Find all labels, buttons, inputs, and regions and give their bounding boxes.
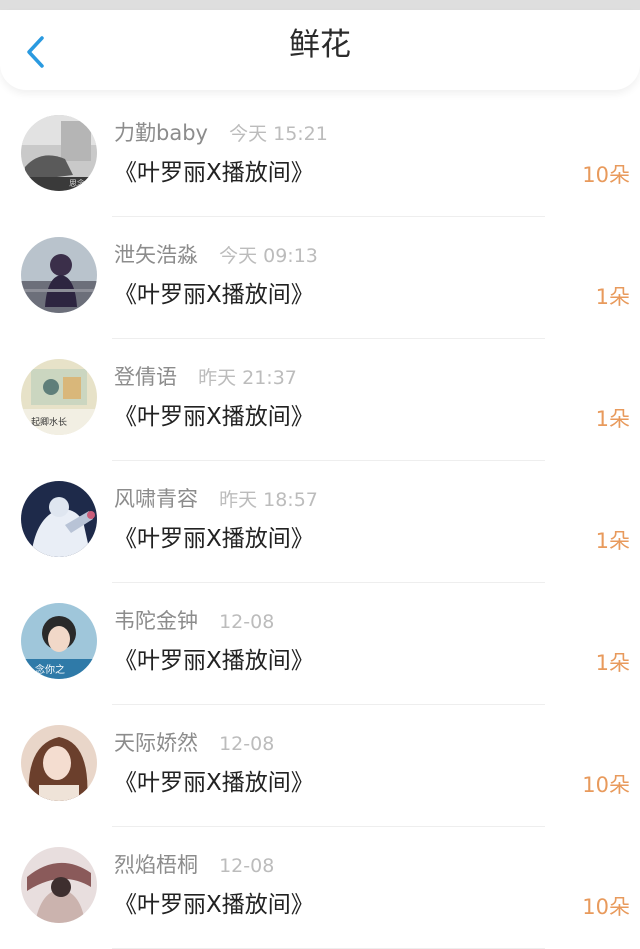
page-title: 鲜花 bbox=[289, 27, 351, 63]
top-nav-bar: 鲜花 bbox=[0, 10, 640, 90]
username[interactable]: 泄矢浩淼 bbox=[114, 243, 198, 267]
username[interactable]: 登倩语 bbox=[114, 365, 177, 389]
list-item[interactable]: 念你之 韦陀金钟 12-08 《叶罗丽X播放间》 1朵 bbox=[0, 583, 640, 705]
room-name: 《叶罗丽X播放间》 bbox=[114, 404, 314, 430]
flower-count: 1朵 bbox=[595, 407, 630, 431]
avatar-caption: 思念 bbox=[69, 178, 85, 188]
timestamp: 昨天 21:37 bbox=[198, 367, 297, 389]
timestamp: 12-08 bbox=[219, 733, 275, 755]
timestamp: 12-08 bbox=[219, 611, 275, 633]
status-bar-strip bbox=[0, 0, 640, 10]
flower-count: 1朵 bbox=[595, 651, 630, 675]
username[interactable]: 天际娇然 bbox=[114, 731, 198, 755]
username[interactable]: 烈焰梧桐 bbox=[114, 853, 198, 877]
flower-count: 1朵 bbox=[595, 529, 630, 553]
username[interactable]: 韦陀金钟 bbox=[114, 609, 198, 633]
room-name: 《叶罗丽X播放间》 bbox=[114, 770, 314, 796]
username[interactable]: 力勤baby bbox=[114, 121, 208, 145]
list-item[interactable]: 风啸青容 昨天 18:57 《叶罗丽X播放间》 1朵 bbox=[0, 461, 640, 583]
room-name: 《叶罗丽X播放间》 bbox=[114, 160, 314, 186]
list-item[interactable]: 烈焰梧桐 12-08 《叶罗丽X播放间》 10朵 bbox=[0, 827, 640, 949]
flower-gift-list: 思念 力勤baby 今天 15:21 《叶罗丽X播放间》 10朵 泄矢浩淼 今天… bbox=[0, 95, 640, 949]
back-button[interactable] bbox=[14, 30, 58, 74]
chevron-left-icon bbox=[27, 36, 44, 68]
avatar[interactable]: 念你之 bbox=[21, 603, 97, 679]
flower-count: 10朵 bbox=[582, 773, 630, 797]
room-name: 《叶罗丽X播放间》 bbox=[114, 892, 314, 918]
list-item[interactable]: 起卿水长 登倩语 昨天 21:37 《叶罗丽X播放间》 1朵 bbox=[0, 339, 640, 461]
list-item[interactable]: 思念 力勤baby 今天 15:21 《叶罗丽X播放间》 10朵 bbox=[0, 95, 640, 217]
username[interactable]: 风啸青容 bbox=[114, 487, 198, 511]
avatar[interactable] bbox=[21, 237, 97, 313]
room-name: 《叶罗丽X播放间》 bbox=[114, 648, 314, 674]
avatar-caption: 念你之 bbox=[35, 663, 65, 676]
flower-count: 1朵 bbox=[595, 285, 630, 309]
timestamp: 今天 15:21 bbox=[229, 123, 328, 145]
list-item[interactable]: 天际娇然 12-08 《叶罗丽X播放间》 10朵 bbox=[0, 705, 640, 827]
avatar[interactable]: 思念 bbox=[21, 115, 97, 191]
avatar[interactable] bbox=[21, 481, 97, 557]
room-name: 《叶罗丽X播放间》 bbox=[114, 282, 314, 308]
timestamp: 12-08 bbox=[219, 855, 275, 877]
flower-count: 10朵 bbox=[582, 895, 630, 919]
timestamp: 今天 09:13 bbox=[219, 245, 318, 267]
avatar[interactable] bbox=[21, 847, 97, 923]
avatar[interactable]: 起卿水长 bbox=[21, 359, 97, 435]
avatar-caption: 起卿水长 bbox=[31, 416, 67, 428]
list-item[interactable]: 泄矢浩淼 今天 09:13 《叶罗丽X播放间》 1朵 bbox=[0, 217, 640, 339]
timestamp: 昨天 18:57 bbox=[219, 489, 318, 511]
avatar[interactable] bbox=[21, 725, 97, 801]
flower-count: 10朵 bbox=[582, 163, 630, 187]
room-name: 《叶罗丽X播放间》 bbox=[114, 526, 314, 552]
